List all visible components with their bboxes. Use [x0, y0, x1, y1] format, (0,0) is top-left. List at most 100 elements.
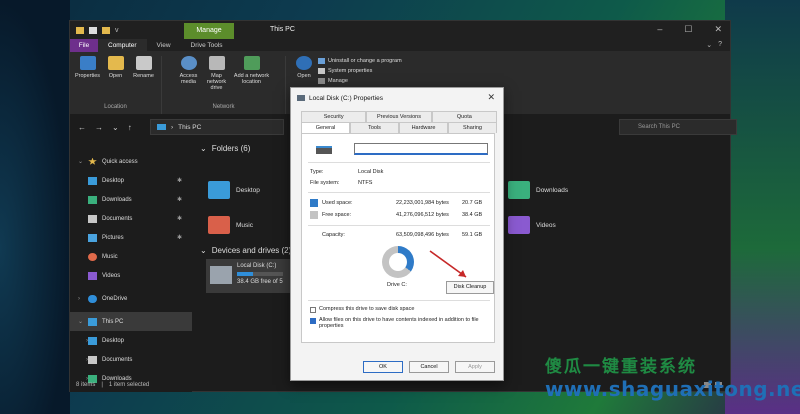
tab-security[interactable]: Security — [301, 111, 367, 122]
nav-downloads[interactable]: Downloads ✱ — [70, 190, 192, 209]
up-arrow-icon[interactable]: ↑ — [128, 123, 132, 132]
help-icon[interactable]: ? — [718, 41, 722, 49]
devices-section-header[interactable]: ⌄ Devices and drives (2) — [200, 246, 291, 255]
disk-cleanup-button[interactable]: Disk Cleanup — [446, 281, 494, 294]
back-arrow-icon[interactable]: ← — [78, 123, 86, 132]
nav-onedrive[interactable]: › OneDrive — [70, 289, 192, 308]
nav-music[interactable]: Music — [70, 247, 192, 266]
ribbon-controls: ⌄ ? — [706, 41, 722, 49]
nav-videos[interactable]: Videos — [70, 266, 192, 285]
properties-button[interactable]: Properties — [75, 56, 100, 79]
tab-drive-tools[interactable]: Drive Tools — [181, 39, 233, 52]
nav-label: Downloads — [102, 196, 132, 203]
new-folder-icon[interactable] — [102, 26, 110, 34]
properties-icon — [79, 56, 96, 70]
ok-button[interactable]: OK — [363, 361, 403, 373]
close-icon[interactable]: ✕ — [487, 92, 495, 103]
tab-manage[interactable]: Manage — [184, 23, 234, 39]
index-contents-checkbox[interactable]: Allow files on this drive to have conten… — [310, 317, 490, 329]
tab-file[interactable]: File — [70, 38, 98, 52]
capacity-label: Capacity: — [322, 232, 345, 238]
chevron-down-icon[interactable]: v — [115, 27, 123, 34]
dialog-tabs: Security Previous Versions Quota General… — [301, 111, 497, 133]
wallpaper-left — [0, 0, 70, 414]
chevron-down-icon[interactable]: ⌄ — [78, 318, 88, 325]
forward-arrow-icon[interactable]: → — [95, 123, 103, 132]
nav-this-pc-desktop[interactable]: › Desktop — [70, 331, 192, 350]
chevron-right-icon[interactable]: › — [78, 376, 88, 382]
cancel-button[interactable]: Cancel — [409, 361, 449, 373]
chevron-right-icon[interactable]: › — [78, 338, 88, 344]
system-properties-link[interactable]: System properties — [318, 68, 402, 74]
recent-chevron-icon[interactable]: ⌄ — [112, 123, 119, 132]
folder-label: Music — [236, 221, 253, 229]
chevron-down-icon: ⌄ — [200, 246, 207, 255]
open-button[interactable]: Open — [104, 56, 128, 79]
nav-this-pc[interactable]: ⌄ This PC — [70, 312, 192, 331]
tab-sharing[interactable]: Sharing — [448, 122, 497, 133]
section-title: Devices and drives (2) — [211, 246, 292, 255]
tab-quota[interactable]: Quota — [431, 111, 497, 122]
folder-music[interactable]: Music — [208, 216, 253, 234]
properties-icon[interactable] — [89, 26, 97, 34]
compress-drive-checkbox[interactable]: Compress this drive to save disk space — [310, 306, 490, 313]
uninstall-program-link[interactable]: Uninstall or change a program — [318, 58, 402, 64]
index-label: Allow files on this drive to have conten… — [319, 317, 479, 329]
chevron-down-icon[interactable]: ⌄ — [78, 158, 88, 165]
address-bar[interactable]: › This PC — [150, 119, 284, 135]
open-settings-button[interactable]: Open — [292, 56, 316, 79]
chevron-right-icon[interactable]: › — [78, 296, 88, 302]
tab-view[interactable]: View — [147, 39, 181, 52]
folder-label: Desktop — [236, 186, 260, 194]
chevron-down-icon[interactable]: ⌄ — [706, 41, 712, 49]
nav-desktop[interactable]: Desktop ✱ — [70, 171, 192, 190]
ribbon-group-network: Access media Map network drive Add a net… — [162, 56, 286, 114]
manage-link[interactable]: Manage — [318, 78, 402, 84]
free-space-swatch — [310, 211, 318, 219]
download-icon — [88, 195, 97, 204]
nav-this-pc-documents[interactable]: › Documents — [70, 350, 192, 369]
chevron-right-icon[interactable]: › — [78, 357, 88, 363]
tab-computer[interactable]: Computer — [98, 38, 147, 52]
apply-button[interactable]: Apply — [455, 361, 495, 373]
tab-general[interactable]: General — [301, 122, 350, 133]
quick-access-toolbar: v — [70, 26, 123, 34]
close-icon[interactable]: ✕ — [714, 24, 722, 35]
folders-section-header[interactable]: ⌄ Folders (6) — [200, 144, 250, 153]
title-bar: v Manage This PC – ☐ ✕ — [70, 21, 730, 39]
minimize-icon[interactable]: – — [657, 24, 662, 35]
rename-button[interactable]: Rename — [132, 56, 156, 79]
maximize-icon[interactable]: ☐ — [684, 24, 692, 35]
pin-icon: ✱ — [176, 216, 182, 222]
drive-name-input[interactable] — [354, 143, 488, 155]
system-properties-label: System properties — [328, 68, 373, 74]
star-icon — [88, 157, 97, 165]
search-input[interactable]: Search This PC — [619, 119, 737, 135]
compress-label: Compress this drive to save disk space — [319, 306, 415, 312]
downloads-folder-icon — [508, 181, 530, 199]
folder-videos[interactable]: Videos — [508, 216, 556, 234]
folder-icon — [76, 26, 84, 34]
picture-icon — [88, 233, 97, 242]
checkbox-checked[interactable] — [310, 318, 316, 324]
checkbox-unchecked[interactable] — [310, 307, 316, 313]
free-space-gb: 38.4 GB — [462, 212, 483, 218]
watermark-url: www.shaguaxitong.net — [545, 377, 800, 401]
nav-pictures[interactable]: Pictures ✱ — [70, 228, 192, 247]
nav-label: Music — [102, 253, 118, 260]
nav-documents[interactable]: Documents ✱ — [70, 209, 192, 228]
folder-downloads[interactable]: Downloads — [508, 181, 568, 199]
tab-hardware[interactable]: Hardware — [399, 122, 448, 133]
rename-icon — [135, 56, 152, 70]
tab-tools[interactable]: Tools — [350, 122, 399, 133]
access-media-button[interactable]: Access media — [177, 56, 201, 91]
map-network-drive-button[interactable]: Map network drive — [205, 56, 229, 91]
nav-quick-access[interactable]: ⌄ Quick access — [70, 152, 192, 171]
drive-c-tile[interactable]: Local Disk (C:) 38.4 GB free of 5 — [206, 259, 290, 293]
nav-label: OneDrive — [102, 295, 128, 302]
folder-desktop[interactable]: Desktop — [208, 181, 260, 199]
used-space-label: Used space: — [322, 200, 353, 206]
add-network-location-button[interactable]: Add a network location — [233, 56, 271, 91]
tab-previous-versions[interactable]: Previous Versions — [366, 111, 432, 122]
desktop-folder-icon — [208, 181, 230, 199]
